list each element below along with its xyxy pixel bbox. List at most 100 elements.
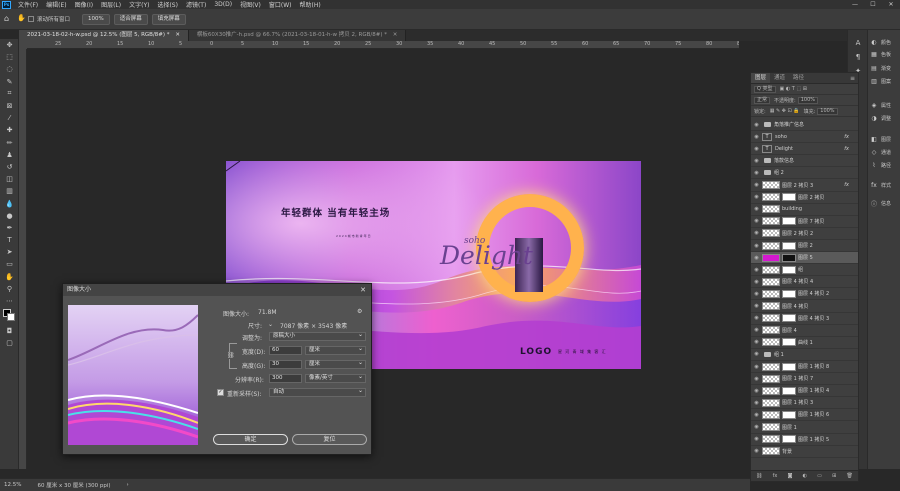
frame-tool-icon[interactable]: ⊠ (0, 100, 19, 112)
layer-row[interactable]: ◉ 图层 2 拷贝 (751, 192, 858, 204)
visibility-eye-icon[interactable]: ◉ (751, 424, 762, 430)
layer-row[interactable]: ◉ Tsoho fx (751, 131, 858, 144)
height-input[interactable]: 30 (269, 360, 302, 369)
visibility-eye-icon[interactable]: ◉ (751, 122, 762, 128)
opacity-input[interactable]: 100% (797, 96, 818, 104)
move-tool-icon[interactable]: ✥ (0, 39, 19, 51)
zoom-level[interactable]: 12.5% (4, 482, 21, 488)
visibility-eye-icon[interactable]: ◉ (751, 170, 762, 176)
layer-mask-thumbnail[interactable] (782, 435, 796, 444)
layer-row[interactable]: ◉ 组 2 (751, 167, 858, 180)
lock-icons[interactable]: ▦ ✎ ✥ ⊡ 🔒 (770, 108, 800, 114)
panel-button[interactable]: ◈ 属性 (868, 100, 900, 110)
dimensions-dropdown-icon[interactable]: ⌄ (268, 321, 273, 328)
tab-document-1[interactable]: 2021-03-18-02-h-w.psd @ 12.5% (图层 5, RGB… (19, 30, 189, 41)
link-chain-icon[interactable]: ⛓ (227, 352, 235, 359)
layer-row[interactable]: ◉ 曲线 1 (751, 337, 858, 349)
visibility-eye-icon[interactable]: ◉ (751, 448, 762, 454)
layer-row[interactable]: ◉ 图层 7 拷贝 (751, 216, 858, 228)
layer-row[interactable]: ◉ 落款信息 (751, 155, 858, 168)
layer-row[interactable]: ◉ 图层 1 拷贝 6 (751, 409, 858, 422)
gradient-tool-icon[interactable]: ▥ (0, 185, 19, 197)
healing-brush-icon[interactable]: ✚ (0, 124, 19, 136)
visibility-eye-icon[interactable]: ◉ (751, 315, 762, 321)
delete-layer-icon[interactable]: 🗑 (846, 473, 852, 479)
layer-mask-thumbnail[interactable] (782, 193, 796, 202)
blur-tool-icon[interactable]: 💧 (0, 197, 19, 209)
layer-row[interactable]: ◉ 组 1 (751, 349, 858, 361)
home-icon[interactable]: ⌂ (4, 14, 9, 23)
layer-row[interactable]: ◉ 图层 4 拷贝 (751, 301, 858, 313)
visibility-eye-icon[interactable]: ◉ (751, 339, 762, 345)
layer-mask-thumbnail[interactable] (782, 241, 796, 250)
visibility-eye-icon[interactable]: ◉ (751, 412, 762, 418)
new-group-icon[interactable]: ▭ (817, 473, 822, 479)
filter-icons[interactable]: ▣ ◐ T ⬚ ⊞ (780, 86, 807, 92)
blend-mode-select[interactable]: 正常 (754, 96, 771, 104)
layer-mask-thumbnail[interactable] (782, 253, 796, 262)
layer-effects-icon[interactable]: fx (844, 182, 849, 188)
paragraph-panel-icon[interactable]: ¶ (848, 50, 868, 64)
panel-button[interactable]: fx 样式 (868, 180, 900, 190)
image-preview[interactable] (68, 305, 198, 445)
stamp-tool-icon[interactable]: ♟ (0, 149, 19, 161)
visibility-eye-icon[interactable]: ◉ (751, 400, 762, 406)
crop-tool-icon[interactable]: ⌗ (0, 88, 19, 100)
shape-tool-icon[interactable]: ▭ (0, 258, 19, 270)
visibility-eye-icon[interactable]: ◉ (751, 134, 762, 140)
maximize-button[interactable]: ☐ (866, 0, 880, 9)
status-arrow-icon[interactable]: › (127, 482, 129, 488)
panel-button[interactable]: ⓘ 信息 (868, 198, 900, 208)
panel-button[interactable]: ◐ 颜色 (868, 37, 900, 47)
resolution-unit-select[interactable]: 像素/英寸 (305, 373, 366, 383)
menu-3d[interactable]: 3D(D) (210, 1, 236, 8)
visibility-eye-icon[interactable]: ◉ (751, 351, 762, 357)
screen-mode-icon[interactable]: ▢ (0, 337, 19, 349)
brush-tool-icon[interactable]: ✏ (0, 137, 19, 149)
height-unit-select[interactable]: 厘米 (305, 359, 366, 369)
quick-select-tool-icon[interactable]: ✎ (0, 76, 19, 88)
visibility-eye-icon[interactable]: ◉ (751, 364, 762, 370)
panel-button[interactable]: ▥ 图案 (868, 76, 900, 86)
menu-select[interactable]: 选择(S) (153, 0, 182, 9)
resample-checkbox[interactable]: ✓ (217, 389, 224, 396)
panel-button[interactable]: ▤ 渐变 (868, 63, 900, 73)
visibility-eye-icon[interactable]: ◉ (751, 243, 762, 249)
menu-help[interactable]: 帮助(H) (296, 0, 325, 9)
fit-screen-button[interactable]: 适合屏幕 (113, 13, 148, 25)
layer-row[interactable]: ◉ 图层 2 (751, 240, 858, 253)
visibility-eye-icon[interactable]: ◉ (751, 230, 762, 236)
panel-button[interactable]: ◧ 图层 (868, 134, 900, 144)
marquee-tool-icon[interactable]: ⬚ (0, 51, 19, 63)
menu-window[interactable]: 窗口(W) (265, 0, 296, 9)
quick-mask-icon[interactable]: ◘ (0, 325, 19, 337)
new-layer-icon[interactable]: ⊞ (832, 473, 836, 479)
visibility-eye-icon[interactable]: ◉ (751, 267, 762, 273)
resolution-input[interactable]: 300 (269, 374, 302, 383)
visibility-eye-icon[interactable]: ◉ (751, 303, 762, 309)
layer-mask-thumbnail[interactable] (782, 410, 796, 419)
layer-row[interactable]: ◉ 图层 1 拷贝 5 (751, 434, 858, 446)
layer-row[interactable]: ◉ 图层 5 (751, 252, 858, 265)
settings-gear-icon[interactable]: ⚙ (357, 308, 362, 315)
layer-row[interactable]: ◉ 图层 4 拷贝 2 (751, 288, 858, 301)
close-tab-icon[interactable]: ✕ (393, 32, 398, 38)
minimize-button[interactable]: — (848, 0, 862, 9)
type-tool-icon[interactable]: T (0, 234, 19, 246)
layer-row[interactable]: ◉ 图层 1 拷贝 8 (751, 361, 858, 374)
panel-button[interactable]: ▦ 色板 (868, 49, 900, 59)
layer-row[interactable]: ◉ 图层 4 拷贝 4 (751, 276, 858, 289)
eyedropper-tool-icon[interactable]: ⁄ (0, 112, 19, 124)
background-color[interactable] (7, 313, 15, 322)
visibility-eye-icon[interactable]: ◉ (751, 158, 762, 164)
layer-row[interactable]: ◉ 图层 2 拷贝 2 (751, 228, 858, 240)
visibility-eye-icon[interactable]: ◉ (751, 327, 762, 333)
character-panel-icon[interactable]: A (848, 36, 868, 50)
layer-row[interactable]: ◉ 图层 1 拷贝 4 (751, 385, 858, 398)
layer-mask-thumbnail[interactable] (782, 362, 796, 371)
fill-screen-button[interactable]: 填充屏幕 (151, 13, 186, 25)
ok-button[interactable]: 确定 (213, 434, 288, 445)
dodge-tool-icon[interactable]: ● (0, 210, 19, 222)
path-select-tool-icon[interactable]: ➤ (0, 246, 19, 258)
add-mask-icon[interactable]: ◙ (788, 473, 793, 479)
